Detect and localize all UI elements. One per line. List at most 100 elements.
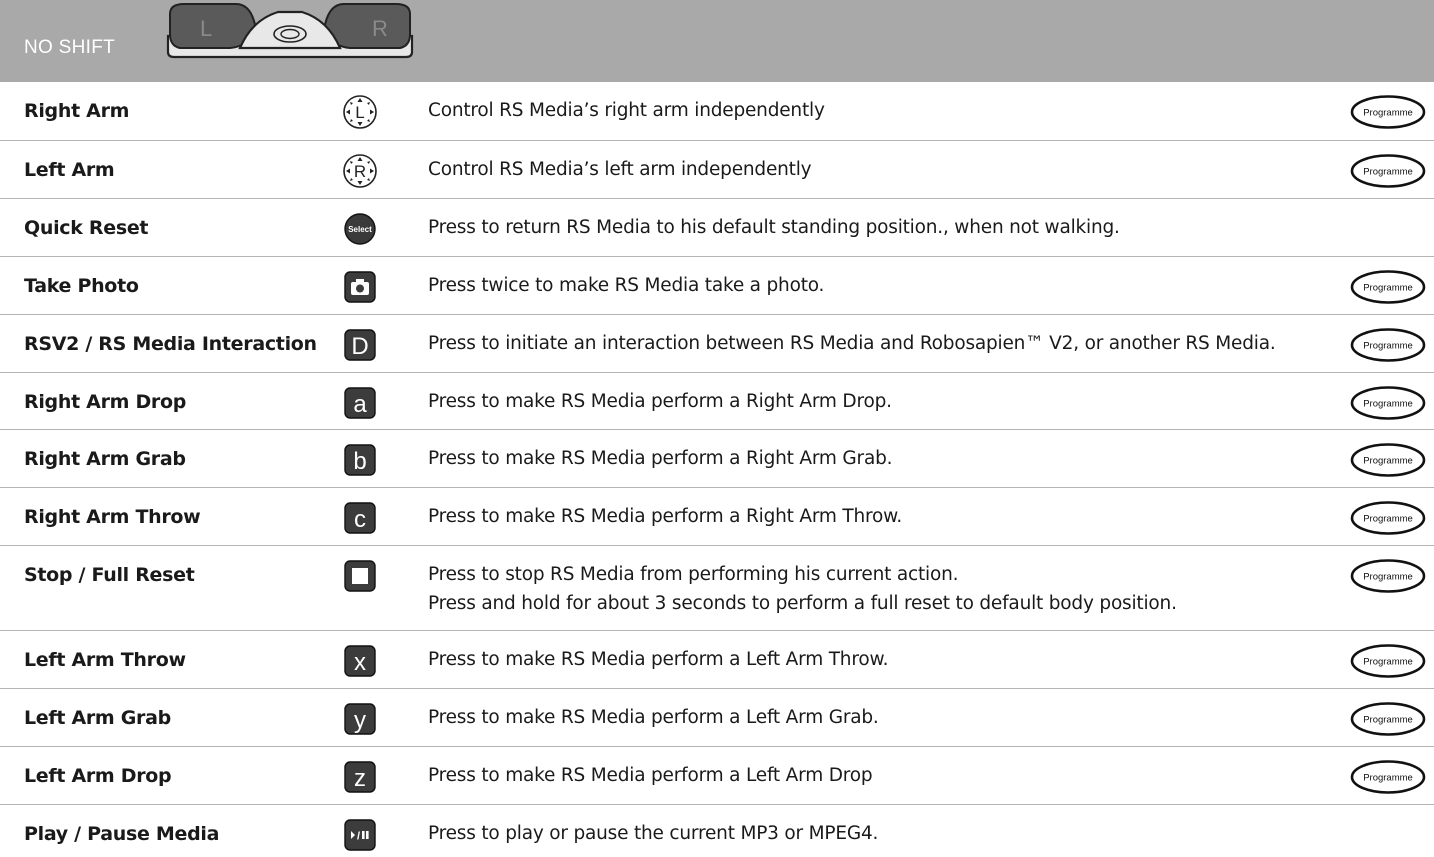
svg-text:L: L	[200, 16, 212, 41]
description-line: Press and hold for about 3 seconds to pe…	[428, 593, 1177, 614]
action-description: Press twice to make RS Media take a phot…	[428, 271, 824, 300]
svg-text:R: R	[354, 162, 366, 181]
action-name: Right Arm Drop	[24, 391, 187, 413]
right-joystick-icon: R	[342, 153, 378, 189]
x-button-icon: x	[342, 643, 378, 679]
action-name: Right Arm	[24, 100, 130, 122]
a-button-icon: a	[342, 385, 378, 421]
d-button-icon: D	[342, 327, 378, 363]
action-description: Press to make RS Media perform a Right A…	[428, 502, 902, 531]
action-description: Control RS Media’s left arm independentl…	[428, 155, 812, 184]
programme-badge-icon: Programme	[1350, 443, 1426, 477]
table-row: Quick Reset Select Press to return RS Me…	[0, 199, 1434, 257]
table-row: Right Arm L Control RS Media’s right arm…	[0, 82, 1434, 141]
y-button-icon: y	[342, 701, 378, 737]
svg-text:Programme: Programme	[1363, 167, 1413, 178]
programme-badge-icon: Programme	[1350, 328, 1426, 362]
description-line: Press to make RS Media perform a Left Ar…	[428, 649, 889, 670]
section-title: NO SHIFT	[24, 37, 116, 58]
action-description: Press to make RS Media perform a Left Ar…	[428, 645, 889, 674]
programme-badge-icon: Programme	[1350, 644, 1426, 678]
action-name: Play / Pause Media	[24, 823, 220, 845]
camera-button-icon	[342, 269, 378, 305]
b-button-icon: b	[342, 442, 378, 478]
z-button-icon: z	[342, 759, 378, 795]
description-line: Press to initiate an interaction between…	[428, 333, 1276, 354]
description-line: Press to make RS Media perform a Right A…	[428, 448, 893, 469]
description-line: Press to play or pause the current MP3 o…	[428, 823, 879, 844]
programme-badge-icon: Programme	[1350, 154, 1426, 188]
svg-text:L: L	[355, 103, 364, 122]
action-description: Press to stop RS Media from performing h…	[428, 560, 1177, 618]
svg-text:Programme: Programme	[1363, 456, 1413, 467]
action-name: Right Arm Grab	[24, 448, 186, 470]
svg-text:Programme: Programme	[1363, 283, 1413, 294]
table-row: Right Arm Drop a Press to make RS Media …	[0, 373, 1434, 430]
table-row: Left Arm Drop z Press to make RS Media p…	[0, 747, 1434, 805]
action-description: Press to play or pause the current MP3 o…	[428, 819, 878, 848]
action-description: Press to make RS Media perform a Left Ar…	[428, 703, 879, 732]
programme-badge-icon: Programme	[1350, 501, 1426, 535]
action-name: Take Photo	[24, 275, 139, 297]
action-name: Right Arm Throw	[24, 506, 201, 528]
table-row: Left Arm Grab y Press to make RS Media p…	[0, 689, 1434, 747]
table-row: Left Arm Throw x Press to make RS Media …	[0, 631, 1434, 689]
select-button-icon: Select	[342, 211, 378, 247]
table-row: Play / Pause Media / Press to play or pa…	[0, 805, 1434, 856]
svg-text:D: D	[351, 333, 368, 360]
table-header: NO SHIFT L R	[0, 0, 1434, 82]
table-row: Stop / Full Reset Press to stop RS Media…	[0, 546, 1434, 631]
svg-text:Programme: Programme	[1363, 715, 1413, 726]
svg-text:y: y	[354, 707, 366, 734]
svg-text:Programme: Programme	[1363, 514, 1413, 525]
action-name: Left Arm Grab	[24, 707, 171, 729]
table-row: Right Arm Grab b Press to make RS Media …	[0, 430, 1434, 488]
action-name: Stop / Full Reset	[24, 564, 195, 586]
svg-text:Programme: Programme	[1363, 657, 1413, 668]
table-row: Left Arm R Control RS Media’s left arm i…	[0, 141, 1434, 199]
svg-text:R: R	[372, 16, 388, 41]
description-line: Control RS Media’s left arm independentl…	[428, 159, 812, 180]
description-line: Press to return RS Media to his default …	[428, 217, 1120, 238]
table-row: RSV2 / RS Media Interaction D Press to i…	[0, 315, 1434, 373]
svg-text:Programme: Programme	[1363, 773, 1413, 784]
action-description: Press to make RS Media perform a Right A…	[428, 387, 892, 416]
svg-text:Select: Select	[348, 225, 372, 234]
action-name: Left Arm Throw	[24, 649, 186, 671]
programme-badge-icon: Programme	[1350, 559, 1426, 593]
action-description: Press to make RS Media perform a Left Ar…	[428, 761, 873, 790]
programme-badge-icon: Programme	[1350, 760, 1426, 794]
svg-text:a: a	[353, 391, 367, 418]
table-row: Take Photo Press twice to make RS Media …	[0, 257, 1434, 315]
description-line: Control RS Media’s right arm independent…	[428, 100, 825, 121]
action-description: Press to make RS Media perform a Right A…	[428, 444, 893, 473]
svg-text:b: b	[353, 448, 366, 475]
action-name: RSV2 / RS Media Interaction	[24, 333, 317, 355]
svg-text:/: /	[357, 831, 360, 843]
description-line: Press to make RS Media perform a Right A…	[428, 391, 892, 412]
programme-badge-icon: Programme	[1350, 386, 1426, 420]
svg-text:x: x	[354, 649, 366, 676]
description-line: Press to make RS Media perform a Left Ar…	[428, 765, 873, 786]
svg-text:z: z	[354, 765, 366, 792]
action-name: Quick Reset	[24, 217, 149, 239]
description-line: Press to make RS Media perform a Right A…	[428, 506, 903, 527]
svg-text:Programme: Programme	[1363, 108, 1413, 119]
programme-badge-icon: Programme	[1350, 95, 1426, 129]
svg-text:Programme: Programme	[1363, 572, 1413, 583]
play-pause-button-icon: /	[342, 817, 378, 853]
action-description: Control RS Media’s right arm independent…	[428, 96, 825, 125]
action-name: Left Arm	[24, 159, 115, 181]
programme-badge-icon: Programme	[1350, 270, 1426, 304]
action-description: Press to return RS Media to his default …	[428, 213, 1120, 242]
remote-controller-icon: L R	[166, 3, 414, 59]
programme-badge-icon: Programme	[1350, 702, 1426, 736]
action-description: Press to initiate an interaction between…	[428, 329, 1276, 358]
action-name: Left Arm Drop	[24, 765, 172, 787]
c-button-icon: c	[342, 500, 378, 536]
description-line: Press to make RS Media perform a Left Ar…	[428, 707, 879, 728]
description-line: Press twice to make RS Media take a phot…	[428, 275, 825, 296]
svg-text:Programme: Programme	[1363, 399, 1413, 410]
svg-text:Programme: Programme	[1363, 341, 1413, 352]
description-line: Press to stop RS Media from performing h…	[428, 564, 959, 585]
